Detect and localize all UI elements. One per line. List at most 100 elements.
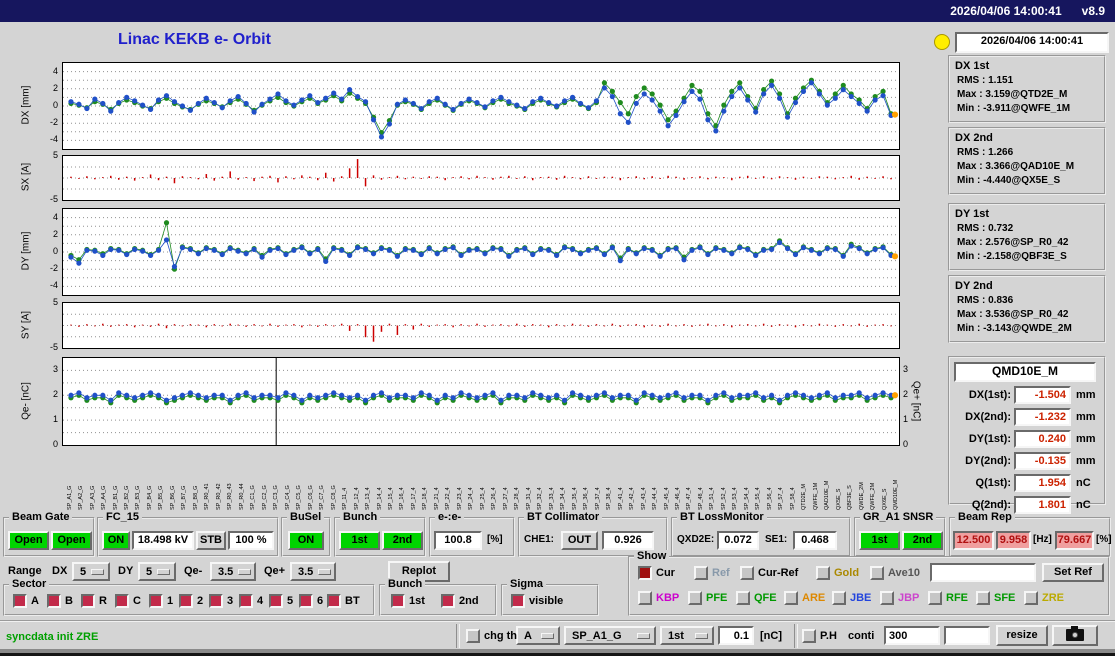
- bpm-label: SP_C8_G: [330, 485, 337, 510]
- interval-input[interactable]: [884, 626, 940, 645]
- show-checkbox-are[interactable]: ARE: [784, 591, 825, 605]
- sector-checkbox-bt[interactable]: BT: [327, 594, 360, 608]
- bpm-label: SP_37_4: [594, 487, 601, 510]
- gr-snsr-1st-button[interactable]: 1st: [859, 531, 900, 550]
- sector-checkbox-4[interactable]: 4: [239, 594, 263, 608]
- set-ref-input[interactable]: [930, 563, 1036, 582]
- sector-checkbox-5[interactable]: 5: [269, 594, 293, 608]
- show-checkbox-ave10[interactable]: Ave10: [870, 566, 920, 580]
- checkbox-indicator: [638, 591, 652, 605]
- che1-out-button[interactable]: OUT: [561, 531, 598, 550]
- option-checkbox-ph[interactable]: P.H: [802, 629, 837, 643]
- show-checkbox-cur[interactable]: Cur: [638, 566, 675, 580]
- bpm-label: SP_38_4: [606, 487, 613, 510]
- sector-checkbox-1[interactable]: 1: [149, 594, 173, 608]
- resize-button[interactable]: resize: [996, 625, 1048, 646]
- checkbox-indicator: [47, 594, 61, 608]
- show-checkbox-ref[interactable]: Ref: [694, 566, 730, 580]
- bpm-label: QWDE_2M: [858, 482, 865, 510]
- qmd-row-value: 1.801: [1014, 496, 1071, 514]
- bpm-label: SP_C3_G: [273, 485, 280, 510]
- y-tick-label: 0: [52, 246, 58, 256]
- checkbox-indicator: [239, 594, 253, 608]
- bunch-1st-button[interactable]: 1st: [339, 531, 380, 550]
- stats-box-dx-1st: DX 1st RMS : 1.151 Max : 3.159@QTD2E_M Min …: [948, 55, 1106, 123]
- fc15-stb-button[interactable]: STB: [196, 531, 226, 550]
- qmd-row-label: DX(1st):: [968, 389, 1011, 401]
- y-tick-label: 5: [52, 297, 58, 307]
- option-menu-indicator: [695, 632, 708, 639]
- camera-button[interactable]: [1052, 625, 1098, 646]
- checkbox-indicator: [441, 594, 455, 608]
- bpm-select[interactable]: SP_A1_G: [564, 626, 656, 645]
- show-checkbox-label: QFE: [754, 592, 777, 604]
- bpm-label: SP_57_4: [778, 487, 785, 510]
- set-ref-button[interactable]: Set Ref: [1042, 563, 1104, 582]
- stats-box-title: DX 1st: [955, 60, 990, 72]
- gr-snsr-2nd-button[interactable]: 2nd: [902, 531, 943, 550]
- bunch-select[interactable]: 1st: [660, 626, 714, 645]
- threshold-input[interactable]: [718, 626, 754, 645]
- busel-group: BuSel ON: [281, 511, 331, 557]
- show-checkbox-pfe[interactable]: PFE: [688, 591, 727, 605]
- sector-checkbox-label: 2: [197, 595, 204, 607]
- range-dy-select[interactable]: 5: [138, 562, 176, 581]
- sigma-group-title: Sigma: [507, 578, 547, 590]
- stats-line: RMS : 0.836: [957, 295, 1014, 306]
- sector-checkbox-c[interactable]: C: [115, 594, 141, 608]
- show-checkbox-sfe[interactable]: SFE: [976, 591, 1015, 605]
- show-checkbox-gold[interactable]: Gold: [816, 566, 859, 580]
- aux-input[interactable]: [944, 626, 990, 645]
- bpm-label: QAD10E_M: [824, 480, 831, 510]
- range-qep-select[interactable]: 3.5: [290, 562, 336, 581]
- range-dx-select[interactable]: 5: [72, 562, 110, 581]
- beam-gate-open2-button[interactable]: Open: [51, 531, 92, 550]
- show-checkbox-rfe[interactable]: RFE: [928, 591, 968, 605]
- sector-checkbox-a[interactable]: A: [13, 594, 39, 608]
- option-menu-indicator: [637, 632, 650, 639]
- sector-quick-select[interactable]: A: [516, 626, 560, 645]
- show-checkbox-kbp[interactable]: KBP: [638, 591, 679, 605]
- sector-checkbox-6[interactable]: 6: [299, 594, 323, 608]
- range-qem-select[interactable]: 3.5: [210, 562, 256, 581]
- status-lamp-icon: [934, 34, 950, 50]
- qmd-row-unit: mm: [1076, 455, 1096, 467]
- beam-gate-open1-button[interactable]: Open: [8, 531, 49, 550]
- option-checkbox-label: chg th: [484, 630, 517, 642]
- checkbox-indicator: [115, 594, 129, 608]
- show-checkbox-jbe[interactable]: JBE: [832, 591, 871, 605]
- bpm-label: QTD2E_M: [801, 484, 808, 510]
- show-checkbox-curref[interactable]: Cur-Ref: [740, 566, 798, 580]
- busel-on-button[interactable]: ON: [288, 531, 324, 550]
- sector-checkbox-b[interactable]: B: [47, 594, 73, 608]
- y-tick-label: -5: [49, 342, 58, 352]
- option-checkbox-label: P.H: [820, 630, 837, 642]
- sector-checkbox-r[interactable]: R: [81, 594, 107, 608]
- show-checkbox-jbp[interactable]: JBP: [880, 591, 919, 605]
- sector-checkbox-label: BT: [345, 595, 360, 607]
- bpm-label: SP_54_4: [743, 487, 750, 510]
- bunch-checkbox-1st[interactable]: 1st: [391, 594, 425, 608]
- bunch-checkbox-2nd[interactable]: 2nd: [441, 594, 479, 608]
- bunch-2nd-button[interactable]: 2nd: [382, 531, 423, 550]
- chart-sy-plot: [62, 302, 900, 349]
- range-qep-label: Qe+: [264, 565, 286, 577]
- show-checkbox-qfe[interactable]: QFE: [736, 591, 777, 605]
- y-tick-label: 2: [52, 82, 58, 93]
- sector-checkbox-2[interactable]: 2: [179, 594, 203, 608]
- sigma-checkbox-visible[interactable]: visible: [511, 594, 563, 608]
- sector-checkbox-label: R: [99, 595, 107, 607]
- option-checkbox-chgth[interactable]: chg th: [466, 629, 517, 643]
- fc15-on-button[interactable]: ON: [102, 531, 130, 550]
- checkbox-indicator: [299, 594, 313, 608]
- show-checkbox-zre[interactable]: ZRE: [1024, 591, 1064, 605]
- bpm-label: QBF3E_S: [847, 485, 854, 510]
- bpm-label: SP_14_4: [376, 487, 383, 510]
- sector-group: Sector A B R C 1 2 3 4 5 6 BT: [3, 578, 375, 616]
- qmd-row-value: 1.954: [1014, 474, 1071, 492]
- checkbox-indicator: [694, 566, 708, 580]
- bpm-label: QMD10E_M: [893, 479, 900, 510]
- y-tick-label: -2: [49, 263, 58, 274]
- sector-checkbox-3[interactable]: 3: [209, 594, 233, 608]
- checkbox-indicator: [391, 594, 405, 608]
